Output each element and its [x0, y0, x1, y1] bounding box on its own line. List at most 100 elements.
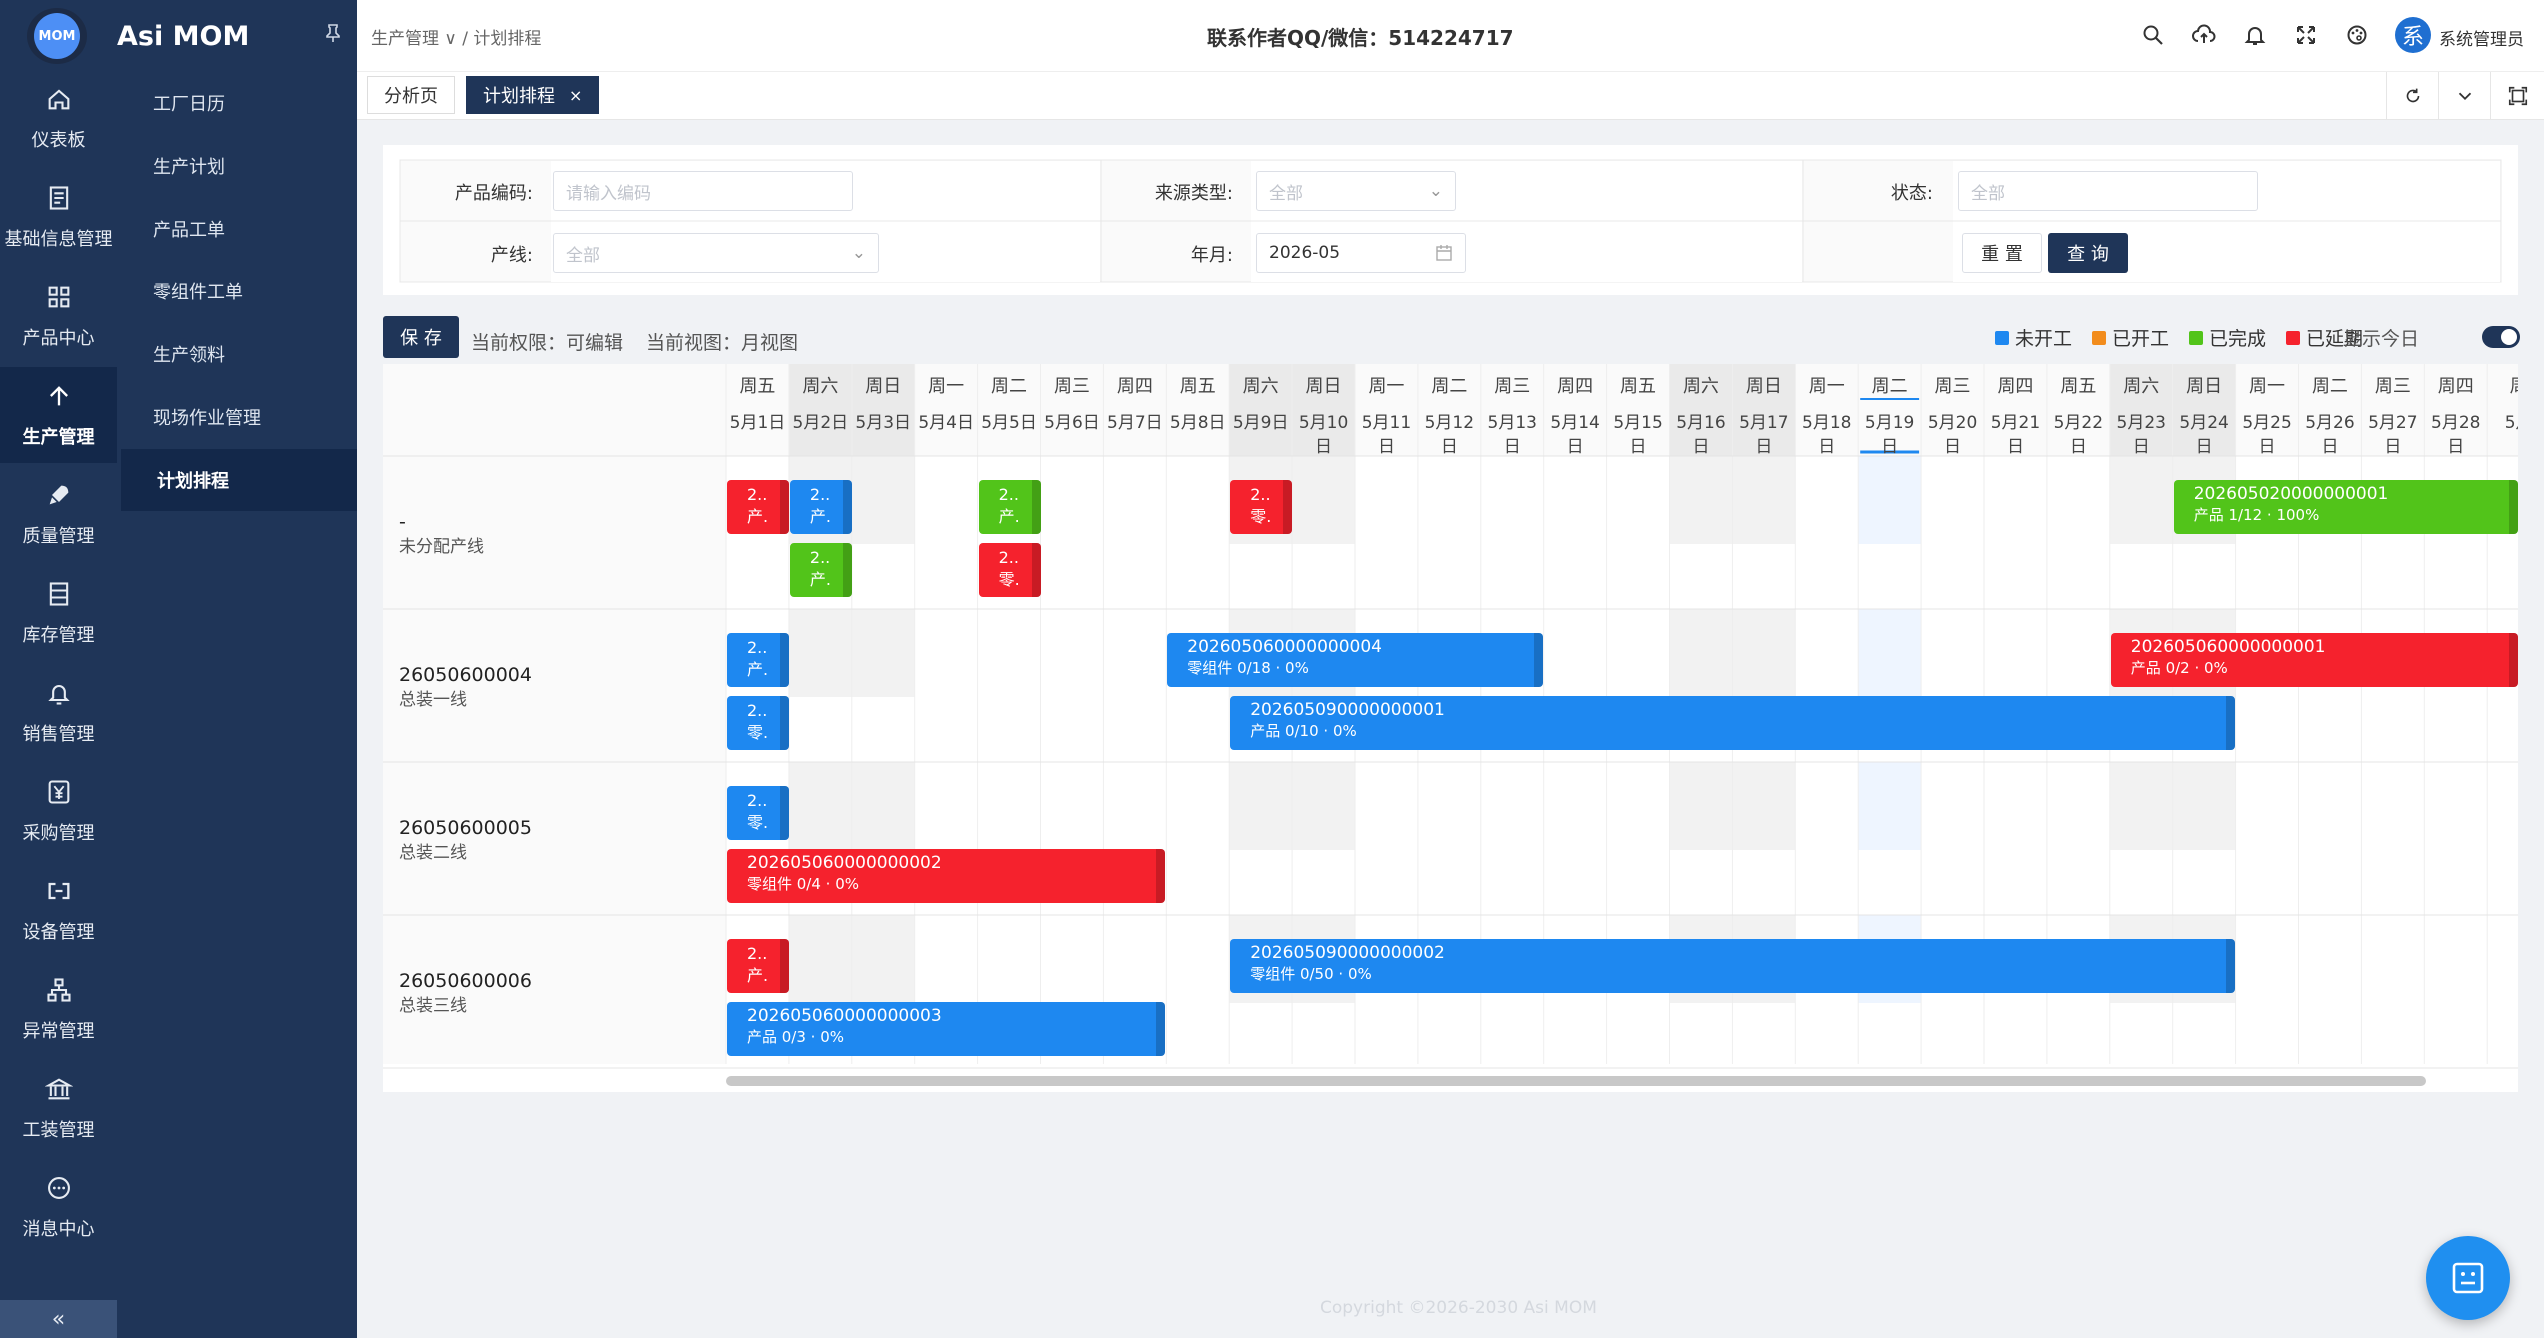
- device-icon: [45, 877, 73, 910]
- line-select[interactable]: 全部 ⌄: [553, 233, 879, 273]
- tab-analysis[interactable]: 分析页: [367, 76, 455, 114]
- close-icon[interactable]: ×: [569, 86, 582, 105]
- task-bar[interactable]: 2.. 零.: [978, 543, 1041, 597]
- maximize-icon[interactable]: [2490, 72, 2544, 120]
- palette-icon[interactable]: [2342, 20, 2372, 50]
- rail-item-4[interactable]: 质量管理: [0, 466, 117, 562]
- horizontal-scrollbar[interactable]: [726, 1076, 2426, 1086]
- rail-item-7[interactable]: 采购管理: [0, 763, 117, 859]
- user-name[interactable]: 系统管理员: [2439, 25, 2524, 50]
- source-select[interactable]: 全部 ⌄: [1256, 171, 1456, 211]
- rail-item-8[interactable]: 设备管理: [0, 862, 117, 958]
- task-bar[interactable]: 2.. 产.: [727, 633, 789, 687]
- submenu-item-3[interactable]: 零组件工单: [117, 260, 357, 322]
- date-suffix: 日: [2321, 437, 2339, 457]
- weekday-label: 周三: [1934, 376, 1971, 397]
- task-code: 202605060000000004: [1187, 637, 1382, 657]
- submenu-item-1[interactable]: 生产计划: [117, 135, 357, 197]
- task-bar[interactable]: 2.. 产.: [789, 543, 852, 597]
- reset-button[interactable]: 重 置: [1962, 233, 2042, 273]
- weekday-label: 周日: [1745, 376, 1782, 397]
- date-suffix: 日: [1818, 437, 1836, 457]
- query-button[interactable]: 查 询: [2048, 233, 2128, 273]
- rail-item-11[interactable]: 消息中心: [0, 1159, 117, 1255]
- weekday-label: 周六: [802, 376, 839, 397]
- task-bar[interactable]: 2.. 零.: [727, 696, 789, 750]
- task-bar[interactable]: 202605090000000001 产品 0/10 · 0%: [1230, 696, 2235, 750]
- breadcrumb-parent[interactable]: 生产管理: [371, 29, 439, 49]
- date-suffix: 日: [1755, 437, 1773, 457]
- submenu-item-6[interactable]: 计划排程: [121, 448, 357, 511]
- task-bar[interactable]: 202605060000000001 产品 0/2 · 0%: [2110, 633, 2518, 687]
- date-label: 5月4日: [918, 413, 974, 433]
- rail-item-10[interactable]: 工装管理: [0, 1060, 117, 1156]
- chevron-down-icon: ∨ /: [444, 29, 474, 49]
- task-bar[interactable]: 202605090000000002 零组件 0/50 · 0%: [1230, 939, 2235, 993]
- save-button[interactable]: 保 存: [383, 316, 459, 358]
- rail-item-0[interactable]: 仪表板: [0, 70, 117, 166]
- date-label: 5月8日: [1169, 413, 1226, 433]
- task-bar[interactable]: 2.. 产.: [978, 480, 1041, 534]
- date-label: 5月: [2504, 413, 2518, 433]
- app-logo[interactable]: MOM: [27, 8, 87, 64]
- rail-item-1[interactable]: 基础信息管理: [0, 169, 117, 265]
- rail-item-2[interactable]: 产品中心: [0, 268, 117, 364]
- rail-item-label: 异常管理: [22, 1020, 95, 1042]
- refresh-icon[interactable]: [2386, 72, 2438, 120]
- rail-item-3[interactable]: 生产管理: [0, 367, 117, 463]
- contact-info: 联系作者QQ/微信：514224717: [1207, 26, 1514, 50]
- rail-item-5[interactable]: 库存管理: [0, 565, 117, 661]
- submenu-item-0[interactable]: 工厂日历: [117, 72, 357, 134]
- date-label: 5月13: [1487, 413, 1537, 433]
- date-label: 5月26: [2305, 413, 2355, 433]
- submenu-item-label: 计划排程: [157, 470, 229, 492]
- collapse-menu-icon[interactable]: «: [0, 1300, 117, 1338]
- rocket-icon: [45, 481, 73, 514]
- rail-item-6[interactable]: 销售管理: [0, 664, 117, 760]
- rail-item-9[interactable]: 异常管理: [0, 961, 117, 1057]
- task-detail: 产.: [747, 660, 769, 679]
- task-bar[interactable]: 2.. 产.: [789, 480, 852, 534]
- task-bar[interactable]: 202605020000000001 产品 1/12 · 100%: [2173, 480, 2518, 534]
- month-picker[interactable]: 2026-05: [1256, 233, 1466, 273]
- task-bar[interactable]: 2.. 产.: [727, 480, 789, 534]
- weekday-label: 周六: [1242, 376, 1279, 397]
- legend-swatch: [2092, 330, 2107, 345]
- pin-icon[interactable]: [325, 24, 341, 47]
- date-label: 5月23: [2116, 413, 2166, 433]
- cloud-upload-icon[interactable]: [2189, 20, 2219, 50]
- show-today-toggle[interactable]: [2482, 326, 2520, 348]
- date-label: 5月28: [2431, 413, 2481, 433]
- task-bar[interactable]: 2.. 零.: [1230, 480, 1293, 534]
- status-select[interactable]: 全部: [1958, 171, 2258, 211]
- rail-item-label: 仪表板: [31, 129, 86, 151]
- weekend-cell: [1229, 762, 1293, 850]
- task-bar[interactable]: 2.. 产.: [727, 939, 789, 993]
- row-code: -: [399, 511, 406, 533]
- assistant-robot-button[interactable]: [2426, 1236, 2510, 1320]
- weekend-cell: [2172, 762, 2236, 850]
- chevron-down-icon[interactable]: [2438, 72, 2490, 120]
- date-label: 5月2日: [792, 413, 849, 433]
- tab-schedule[interactable]: 计划排程 ×: [466, 76, 600, 114]
- code-input[interactable]: 请输入编码: [553, 171, 853, 211]
- date-label: 5月10: [1298, 413, 1349, 433]
- weekday-label: 周二: [991, 376, 1028, 397]
- rail-item-label: 消息中心: [22, 1218, 95, 1240]
- task-detail: 零.: [747, 723, 769, 742]
- task-bar[interactable]: 202605060000000003 产品 0/3 · 0%: [727, 1002, 1166, 1056]
- date-label: 5月11: [1361, 413, 1412, 433]
- avatar[interactable]: 系: [2395, 17, 2431, 53]
- bell-icon[interactable]: [2240, 20, 2270, 50]
- task-bar[interactable]: 2.. 零.: [727, 786, 789, 840]
- task-bar[interactable]: 202605060000000004 零组件 0/18 · 0%: [1167, 633, 1543, 687]
- task-detail: 产.: [747, 507, 769, 526]
- search-icon[interactable]: [2138, 20, 2168, 50]
- submenu-item-5[interactable]: 现场作业管理: [117, 386, 357, 448]
- submenu-item-4[interactable]: 生产领料: [117, 323, 357, 385]
- task-bar[interactable]: 202605060000000002 零组件 0/4 · 0%: [727, 849, 1166, 903]
- date-label: 5月16: [1676, 413, 1726, 433]
- task-detail: 产品 1/12 · 100%: [2193, 506, 2320, 524]
- submenu-item-2[interactable]: 产品工单: [117, 198, 357, 260]
- fullscreen-icon[interactable]: [2291, 20, 2321, 50]
